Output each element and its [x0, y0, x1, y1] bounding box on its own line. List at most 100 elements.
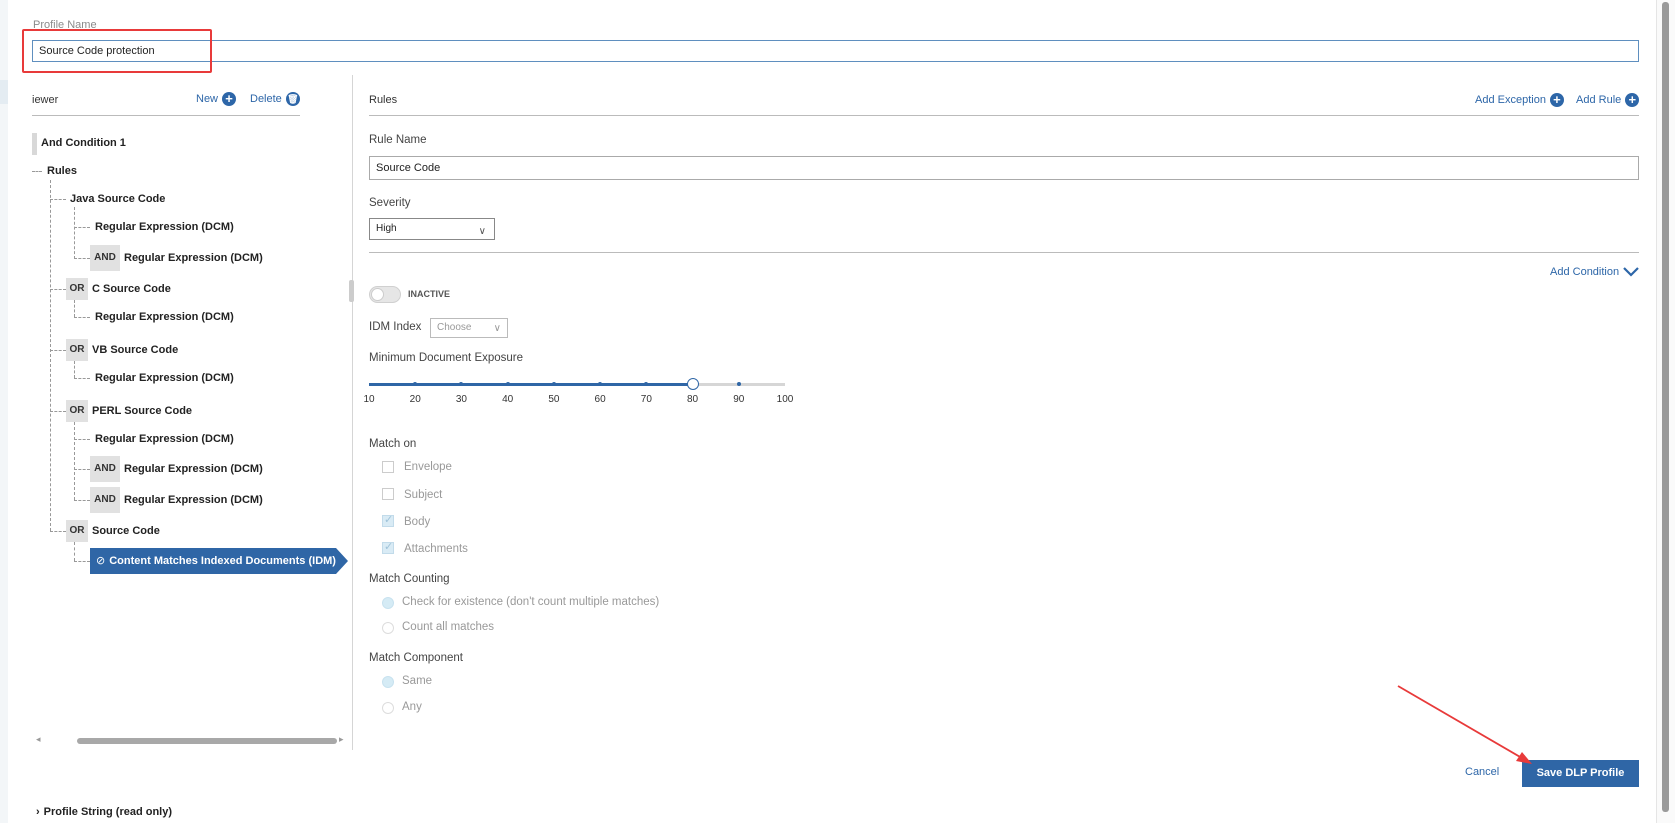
match-component-label: Match Component — [369, 652, 463, 664]
tree-java-source-code[interactable]: Java Source Code — [70, 193, 165, 205]
delete-node-button[interactable]: Delete 🗑 — [250, 92, 300, 106]
body-checkbox[interactable] — [382, 513, 394, 527]
same-label: Same — [402, 675, 433, 687]
slider-tick-label: 50 — [548, 394, 560, 405]
idm-index-placeholder: Choose — [437, 322, 472, 333]
envelope-checkbox[interactable] — [382, 461, 394, 473]
idm-index-label: IDM Index — [369, 321, 422, 333]
trash-icon: 🗑 — [285, 92, 300, 106]
exposure-slider-knob[interactable] — [686, 378, 699, 390]
add-condition-button[interactable]: Add Condition — [1550, 266, 1639, 278]
tree-and-condition[interactable]: And Condition 1 — [41, 137, 126, 149]
chevron-down-icon — [1623, 267, 1639, 277]
or-operator: OR — [66, 520, 88, 542]
severity-label: Severity — [369, 197, 411, 209]
tree-c-regex-1[interactable]: Regular Expression (DCM) — [95, 311, 234, 323]
tree-vb-source-code[interactable]: OR VB Source Code — [66, 339, 178, 361]
rules-header-divider — [369, 115, 1639, 116]
tree-connector — [74, 300, 75, 317]
tree-connector — [74, 561, 90, 562]
or-operator: OR — [66, 400, 88, 422]
subject-label: Subject — [404, 489, 443, 501]
toggle-knob — [371, 288, 384, 301]
slider-tick-label: 80 — [686, 394, 699, 405]
tree-perl-regex-2[interactable]: AND Regular Expression (DCM) — [90, 456, 263, 482]
profile-name-label: Profile Name — [33, 19, 97, 31]
tree-connector — [74, 422, 75, 500]
rules-panel-title: Rules — [369, 94, 398, 106]
rule-section-divider — [369, 252, 1639, 253]
add-condition-label: Add Condition — [1550, 266, 1620, 278]
tree-java-regex-2[interactable]: AND Regular Expression (DCM) — [90, 245, 263, 271]
min-exposure-label: Minimum Document Exposure — [369, 352, 524, 364]
tree-connector — [50, 180, 51, 531]
tree-perl-regex-3[interactable]: AND Regular Expression (DCM) — [90, 487, 263, 513]
scroll-left-icon[interactable]: ◂ — [36, 734, 41, 745]
chevron-down-icon: ∨ — [478, 226, 486, 237]
severity-select[interactable]: High ∨ — [369, 218, 495, 240]
tree-node-label: Regular Expression (DCM) — [124, 494, 263, 506]
match-counting-label: Match Counting — [369, 573, 450, 585]
count-all-radio[interactable] — [382, 622, 394, 634]
add-exception-button[interactable]: Add Exception + — [1475, 93, 1564, 107]
profile-name-input[interactable] — [32, 40, 1639, 62]
subject-checkbox[interactable] — [382, 488, 394, 500]
slider-tick-label: 60 — [594, 394, 606, 405]
tree-connector — [50, 531, 66, 532]
slider-step-dot — [505, 382, 510, 386]
and-operator: AND — [90, 245, 120, 271]
tree-node-label: PERL Source Code — [92, 405, 193, 417]
page-scrollbar-thumb[interactable] — [1662, 2, 1669, 812]
any-radio[interactable] — [382, 702, 394, 714]
slider-tick-label: 90 — [733, 394, 745, 405]
new-node-button[interactable]: New + — [196, 92, 237, 106]
new-label: New — [196, 93, 219, 105]
rule-name-input[interactable]: Source Code — [369, 156, 1639, 180]
scroll-right-icon[interactable]: ▸ — [339, 734, 344, 745]
tree-scroll-thumb[interactable] — [77, 738, 337, 744]
plus-icon: + — [1549, 93, 1564, 107]
attachments-checkbox[interactable] — [382, 540, 394, 554]
profile-string-label: Profile String (read only) — [43, 806, 173, 818]
body-label: Body — [404, 516, 431, 528]
check-existence-label: Check for existence (don't count multipl… — [402, 596, 660, 608]
profile-string-toggle[interactable]: › Profile String (read only) — [36, 806, 172, 818]
check-existence-radio[interactable] — [382, 597, 394, 609]
tree-connector — [74, 207, 75, 259]
slider-tick-label: 20 — [409, 394, 421, 405]
tree-horizontal-scrollbar[interactable]: ◂ ▸ — [32, 734, 347, 746]
slider-tick-label: 10 — [363, 394, 375, 405]
save-dlp-profile-button[interactable]: Save DLP Profile — [1522, 760, 1639, 787]
or-operator: OR — [66, 278, 88, 300]
panel-divider — [352, 75, 353, 750]
tree-source-code[interactable]: OR Source Code — [66, 520, 160, 542]
cancel-button[interactable]: Cancel — [1465, 766, 1499, 778]
tree-root-marker — [32, 133, 37, 155]
chevron-down-icon: ∨ — [493, 323, 501, 334]
slider-step-dot — [551, 382, 556, 386]
add-exception-label: Add Exception — [1475, 94, 1546, 106]
tree-node-label: C Source Code — [92, 283, 171, 295]
tree-connector — [74, 542, 75, 561]
add-rule-button[interactable]: Add Rule + — [1576, 93, 1640, 107]
any-label: Any — [402, 701, 422, 713]
tree-connector — [74, 469, 90, 470]
tree-vb-regex-1[interactable]: Regular Expression (DCM) — [95, 372, 234, 384]
match-on-label: Match on — [369, 438, 417, 450]
viewer-header-divider — [32, 115, 300, 116]
tree-node-label: Source Code — [92, 525, 160, 537]
same-radio[interactable] — [382, 676, 394, 688]
page-scrollbar[interactable] — [1656, 0, 1675, 823]
left-edge-selected — [0, 80, 8, 104]
tree-perl-regex-1[interactable]: Regular Expression (DCM) — [95, 433, 234, 445]
tree-node-label: Regular Expression (DCM) — [124, 463, 263, 475]
tree-rules[interactable]: Rules — [47, 165, 77, 177]
idm-index-select[interactable]: Choose ∨ — [430, 318, 508, 338]
tree-idm-selected[interactable]: ⊘ Content Matches Indexed Documents (IDM) — [90, 548, 336, 574]
tree-perl-source-code[interactable]: OR PERL Source Code — [66, 400, 192, 422]
panel-splitter-handle[interactable] — [349, 280, 354, 302]
active-toggle[interactable] — [369, 286, 401, 303]
tree-java-regex-1[interactable]: Regular Expression (DCM) — [95, 221, 234, 233]
viewer-title: iewer — [32, 94, 59, 106]
tree-c-source-code[interactable]: OR C Source Code — [66, 278, 171, 300]
